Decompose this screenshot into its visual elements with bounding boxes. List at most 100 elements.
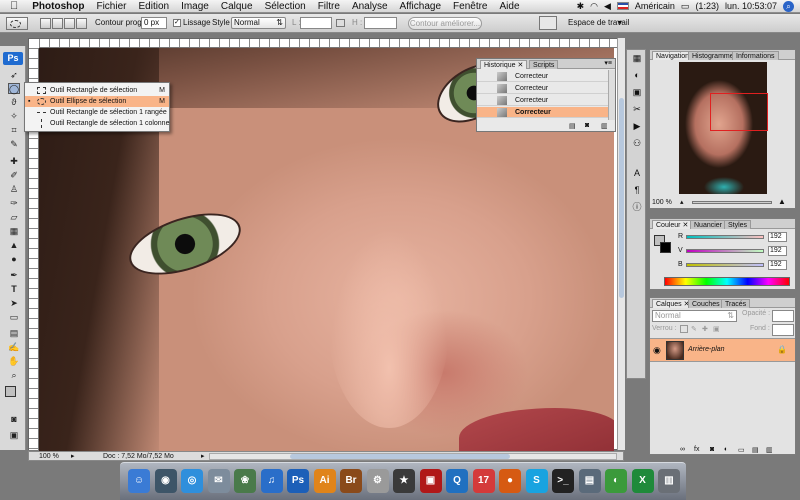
- flag-icon[interactable]: [616, 2, 629, 10]
- tab-histogramme[interactable]: Histogramme: [688, 51, 738, 60]
- eyedropper-tool-icon[interactable]: ✍: [8, 342, 20, 353]
- tool-preset-picker[interactable]: [6, 17, 28, 30]
- blend-mode-select[interactable]: Normal ⇅: [652, 310, 737, 322]
- eye-visibility-icon[interactable]: ◉: [653, 345, 661, 356]
- status-menu-icon[interactable]: ▸: [201, 452, 205, 461]
- history-brush-tool-icon[interactable]: ✑: [8, 198, 20, 209]
- ruler-top[interactable]: [39, 39, 623, 48]
- height-input[interactable]: [364, 17, 397, 29]
- layer-style-icon[interactable]: fx: [694, 446, 699, 453]
- menu-selection[interactable]: Sélection: [259, 0, 312, 13]
- healing-brush-tool-icon[interactable]: ✚: [8, 156, 20, 167]
- lock-position-icon[interactable]: ✚: [702, 325, 708, 333]
- menu-analyse[interactable]: Analyse: [346, 0, 394, 13]
- hscroll-thumb[interactable]: [290, 454, 510, 459]
- itunes-icon[interactable]: ♫: [260, 469, 283, 493]
- vertical-scrollbar[interactable]: [617, 38, 625, 450]
- apple-menu-icon[interactable]: : [0, 0, 26, 13]
- illustrator-icon[interactable]: Ai: [313, 469, 336, 493]
- chrome-icon[interactable]: ◐: [605, 469, 627, 493]
- actions-icon[interactable]: ▶: [631, 121, 643, 132]
- clone-stamp-tool-icon[interactable]: ♙: [8, 184, 20, 195]
- new-snapshot-icon[interactable]: ◙: [585, 122, 589, 129]
- hand-tool-icon[interactable]: ✋: [8, 356, 20, 367]
- tool-presets-icon[interactable]: ◐: [631, 70, 643, 81]
- width-input[interactable]: [300, 17, 332, 29]
- zoom-tool-icon[interactable]: ⌕: [8, 370, 20, 381]
- notes-tool-icon[interactable]: ▤: [8, 328, 20, 339]
- ps-logo[interactable]: Ps: [3, 52, 23, 65]
- history-row[interactable]: Correcteur: [477, 95, 615, 106]
- mail-icon[interactable]: ✉: [207, 469, 230, 493]
- app-menu[interactable]: Photoshop: [26, 0, 90, 13]
- clone-source-icon[interactable]: ⚇: [631, 138, 643, 149]
- tab-couches[interactable]: Couches: [688, 299, 724, 308]
- slice-tool-icon[interactable]: ✎: [8, 139, 20, 150]
- tab-traces[interactable]: Tracés: [721, 299, 751, 308]
- new-document-icon[interactable]: ▤: [569, 122, 576, 130]
- zoom-out-icon[interactable]: ▴: [680, 198, 684, 206]
- lasso-tool-icon[interactable]: ϑ: [8, 97, 20, 108]
- dodge-tool-icon[interactable]: ●: [8, 254, 20, 265]
- tab-informations[interactable]: Informations: [732, 51, 779, 60]
- link-layers-icon[interactable]: ∞: [680, 446, 685, 453]
- quicktime-icon[interactable]: Q: [446, 469, 468, 493]
- swap-wh-icon[interactable]: [336, 19, 345, 27]
- flyout-item-column[interactable]: Outil Rectangle de sélection 1 colonne: [25, 118, 169, 129]
- battery-icon[interactable]: ▭: [681, 1, 690, 12]
- delete-icon[interactable]: ▥: [601, 122, 608, 130]
- pen-tool-icon[interactable]: ✒: [8, 270, 20, 281]
- refine-edge-button[interactable]: Contour améliorer...: [408, 17, 482, 30]
- trash-icon[interactable]: ▥: [658, 469, 680, 493]
- color-spectrum-bar[interactable]: [664, 277, 790, 286]
- channel-v-value[interactable]: 192: [768, 246, 787, 256]
- wifi-icon[interactable]: ◠: [590, 1, 598, 12]
- path-selection-tool-icon[interactable]: ➤: [8, 298, 20, 309]
- menu-filtre[interactable]: Filtre: [312, 0, 346, 13]
- quick-mask-icon[interactable]: ◙: [8, 414, 20, 425]
- navigator-zoom-slider[interactable]: [692, 201, 772, 204]
- paragraph-icon[interactable]: ¶: [631, 185, 643, 196]
- fill-input[interactable]: [772, 324, 794, 336]
- zoom-level[interactable]: 100 %: [39, 452, 59, 461]
- channel-b-slider[interactable]: [686, 263, 764, 267]
- horizontal-scrollbar[interactable]: [209, 453, 617, 460]
- channel-v-slider[interactable]: [686, 249, 764, 253]
- imovie-icon[interactable]: ★: [393, 469, 415, 493]
- ical-icon[interactable]: 17: [472, 469, 495, 493]
- screen-mode-icon[interactable]: ▣: [8, 430, 20, 441]
- gradient-tool-icon[interactable]: ▦: [8, 226, 20, 237]
- intersect-selection-button[interactable]: [76, 18, 87, 29]
- tools-icon[interactable]: ✂: [631, 104, 643, 115]
- subtract-selection-button[interactable]: [64, 18, 75, 29]
- new-layer-icon[interactable]: ▤: [752, 446, 759, 454]
- character-icon[interactable]: A: [631, 168, 643, 179]
- history-row[interactable]: Correcteur: [477, 83, 615, 94]
- menu-edition[interactable]: Edition: [132, 0, 175, 13]
- dashboard-icon[interactable]: ◉: [154, 469, 177, 493]
- foreground-swatch[interactable]: [5, 386, 16, 397]
- layer-row[interactable]: ◉ Arrière-plan 🔒: [650, 338, 795, 362]
- tab-scripts[interactable]: Scripts: [529, 60, 559, 69]
- menu-aide[interactable]: Aide: [494, 0, 526, 13]
- bg-color-swatch[interactable]: [660, 242, 671, 253]
- close-icon[interactable]: ✕: [517, 62, 523, 69]
- add-selection-button[interactable]: [52, 18, 63, 29]
- clock[interactable]: lun. 10:53:07: [725, 1, 777, 11]
- feather-input[interactable]: 0 px: [141, 17, 167, 29]
- navigator-thumbnail[interactable]: [679, 62, 768, 194]
- layer-name[interactable]: Arrière-plan: [688, 346, 725, 353]
- automator-icon[interactable]: ⚙: [366, 469, 389, 493]
- menu-fenetre[interactable]: Fenêtre: [447, 0, 493, 13]
- new-group-icon[interactable]: ▭: [738, 446, 745, 454]
- brushes-icon[interactable]: ▦: [631, 53, 643, 64]
- marquee-tool-icon[interactable]: ◯: [8, 83, 20, 94]
- layer-comps-icon[interactable]: ▣: [631, 87, 643, 98]
- opacity-input[interactable]: [772, 310, 794, 322]
- add-mask-icon[interactable]: ◙: [710, 446, 714, 453]
- blur-tool-icon[interactable]: ▲: [8, 240, 20, 251]
- antialias-checkbox[interactable]: ✓: [173, 19, 181, 27]
- tab-couleur[interactable]: Couleur ✕: [652, 220, 693, 229]
- doc-info[interactable]: Doc : 7,52 Mo/7,52 Mo: [103, 452, 174, 461]
- volume-icon[interactable]: ◀: [604, 1, 611, 12]
